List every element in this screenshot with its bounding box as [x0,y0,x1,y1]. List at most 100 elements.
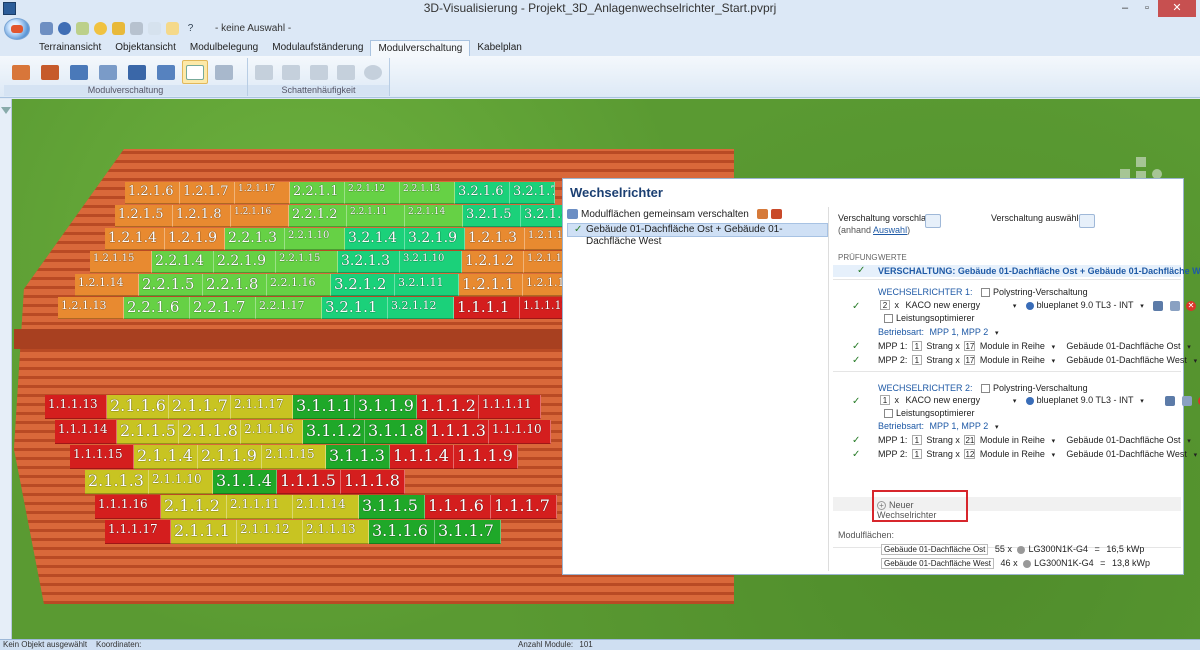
close-button[interactable]: ✕ [1158,0,1196,17]
pv-module[interactable]: 1.2.1.13 [58,297,124,319]
new-inverter-button[interactable]: + Neuer Wechselrichter [877,500,966,520]
chevron-down-icon[interactable]: ▾ [1010,302,1019,311]
ribbon-string-button[interactable] [66,60,92,84]
pv-module[interactable]: 1.1.1.7 [491,495,557,519]
pv-module[interactable]: 2.2.1.11 [347,205,405,227]
pv-module[interactable]: 3.2.1.9 [405,228,465,250]
pv-module[interactable]: 1.1.1.9 [454,445,518,469]
pv-module[interactable]: 1.1.1.14 [55,420,117,444]
pv-module[interactable]: 2.1.1.6 [107,395,169,419]
suggest-button[interactable] [925,214,941,228]
pv-module[interactable]: 2.2.1.4 [152,251,214,273]
pv-module[interactable]: 2.1.1.1 [171,520,237,544]
pv-module[interactable]: 3.2.1.2 [331,274,395,296]
mpp-roof[interactable]: Gebäude 01-Dachfläche Ost [1066,341,1180,351]
pv-module[interactable]: 2.2.1.1 [290,182,345,204]
pv-module[interactable]: 2.1.1.16 [241,420,303,444]
pv-module[interactable]: 1.1.1.1 [454,297,520,319]
pv-module[interactable]: 3.1.1.9 [355,395,417,419]
ribbon-panel-button[interactable] [124,60,150,84]
sun-icon[interactable] [94,22,107,35]
pv-module[interactable]: 1.1.1.4 [390,445,454,469]
combine-icon[interactable] [756,209,768,219]
pv-module[interactable]: 2.1.1.17 [231,395,293,419]
tab-kabelplan[interactable]: Kabelplan [470,40,528,56]
pv-module[interactable]: 1.2.1.8 [173,205,231,227]
wr1-polystring-checkbox[interactable] [981,288,991,298]
pv-module[interactable]: 3.2.1.10 [400,251,462,273]
mpp-strings-input[interactable]: 1 [911,341,922,351]
pv-module[interactable]: 1.2.1.17 [235,182,290,204]
pv-module[interactable]: 2.2.1.15 [276,251,338,273]
pv-module[interactable]: 1.2.1.2 [462,251,524,273]
pv-module[interactable]: 1.1.1.2 [417,395,479,419]
pv-module[interactable]: 1.1.1.16 [95,495,161,519]
chevron-down-icon[interactable]: ▾ [1185,437,1194,446]
ribbon-shadow-2-button[interactable] [279,60,303,84]
mpp-roof[interactable]: Gebäude 01-Dachfläche West [1066,355,1186,365]
pv-module[interactable]: 2.2.1.17 [256,297,322,319]
info-icon[interactable] [58,22,71,35]
pv-module[interactable]: 1.1.1.5 [277,470,341,494]
ribbon-roof-button[interactable] [8,60,34,84]
selection-dropdown[interactable]: - keine Auswahl - ▾ [211,21,303,49]
pv-module[interactable]: 2.2.1.9 [214,251,276,273]
pv-module[interactable]: 1.2.1.14 [75,274,139,296]
pv-module[interactable]: 2.1.1.14 [293,495,359,519]
settings-tool-icon[interactable] [1165,395,1175,406]
list-item[interactable]: ✓ Gebäude 01-Dachfläche Ost + Gebäude 01… [567,223,828,247]
tab-modulverschaltung[interactable]: Modulverschaltung [370,40,471,56]
pv-module[interactable]: 1.1.1.3 [427,420,489,444]
pv-module[interactable]: 2.2.1.8 [203,274,267,296]
wr1-manufacturer[interactable]: KACO new energy [906,300,981,310]
chevron-down-icon[interactable]: ▾ [992,423,1001,432]
app-menu-button[interactable] [4,17,30,40]
minimize-button[interactable]: – [1114,0,1136,17]
pv-module[interactable]: 1.1.1.15 [70,445,134,469]
wr2-model[interactable]: blueplanet 9.0 TL3 - INT [1037,395,1134,405]
pv-module[interactable]: 2.2.1.12 [345,182,400,204]
pv-module[interactable]: 1.1.1.17 [105,520,171,544]
ribbon-shadow-1-button[interactable] [252,60,276,84]
pv-module[interactable]: 1.2.1.7 [180,182,235,204]
ribbon-inverter-button[interactable] [182,60,208,84]
tab-terrainansicht[interactable]: Terrainansicht [32,40,108,56]
pv-module[interactable]: 2.1.1.15 [262,445,326,469]
pv-module[interactable]: 2.2.1.14 [405,205,463,227]
pv-module[interactable]: 3.1.1.8 [365,420,427,444]
tab-objektansicht[interactable]: Objektansicht [108,40,183,56]
select-button[interactable] [1079,214,1095,228]
wr2-manufacturer[interactable]: KACO new energy [906,395,981,405]
chevron-down-icon[interactable]: ▾ [1185,343,1194,352]
chevron-down-icon[interactable]: ▾ [1191,357,1200,366]
ribbon-roof-modules-button[interactable] [37,60,63,84]
ribbon-shadow-4-button[interactable] [334,60,358,84]
wr2-polystring-checkbox[interactable] [981,384,991,394]
collapse-arrow-icon[interactable] [1,107,11,114]
tool-icon[interactable] [148,22,161,35]
pv-module[interactable]: 1.2.1.4 [105,228,165,250]
delete-group-icon[interactable] [770,209,782,219]
pv-module[interactable]: 2.1.1.9 [198,445,262,469]
pv-module[interactable]: 3.2.1.7 [510,182,555,204]
pv-module[interactable]: 1.1.1.10 [489,420,551,444]
edit-icon[interactable] [76,22,89,35]
mpp-modules-input[interactable]: 21 [964,435,976,445]
mpp-roof[interactable]: Gebäude 01-Dachfläche Ost [1066,435,1180,445]
delete-icon[interactable]: ✕ [1186,301,1197,311]
pv-module[interactable]: 2.2.1.13 [400,182,455,204]
mpp-strings-input[interactable]: 1 [911,355,922,365]
pv-module[interactable]: 2.2.1.10 [285,228,345,250]
wr1-mode-value[interactable]: MPP 1, MPP 2 [930,327,989,337]
pv-module[interactable]: 1.1.1.13 [45,395,107,419]
pv-module[interactable]: 1.2.1.15 [90,251,152,273]
pv-module[interactable]: 3.2.1.11 [395,274,459,296]
pv-module[interactable]: 1.2.1.6 [125,182,180,204]
chevron-down-icon[interactable]: ▾ [1137,302,1146,311]
pv-module[interactable]: 1.1.1.6 [425,495,491,519]
pv-module[interactable]: 3.2.1.6 [455,182,510,204]
mpp-modules-input[interactable]: 17 [964,355,976,365]
pv-module[interactable]: 3.1.1.4 [213,470,277,494]
save-icon[interactable] [112,22,125,35]
pv-module[interactable]: 2.1.1.4 [134,445,198,469]
